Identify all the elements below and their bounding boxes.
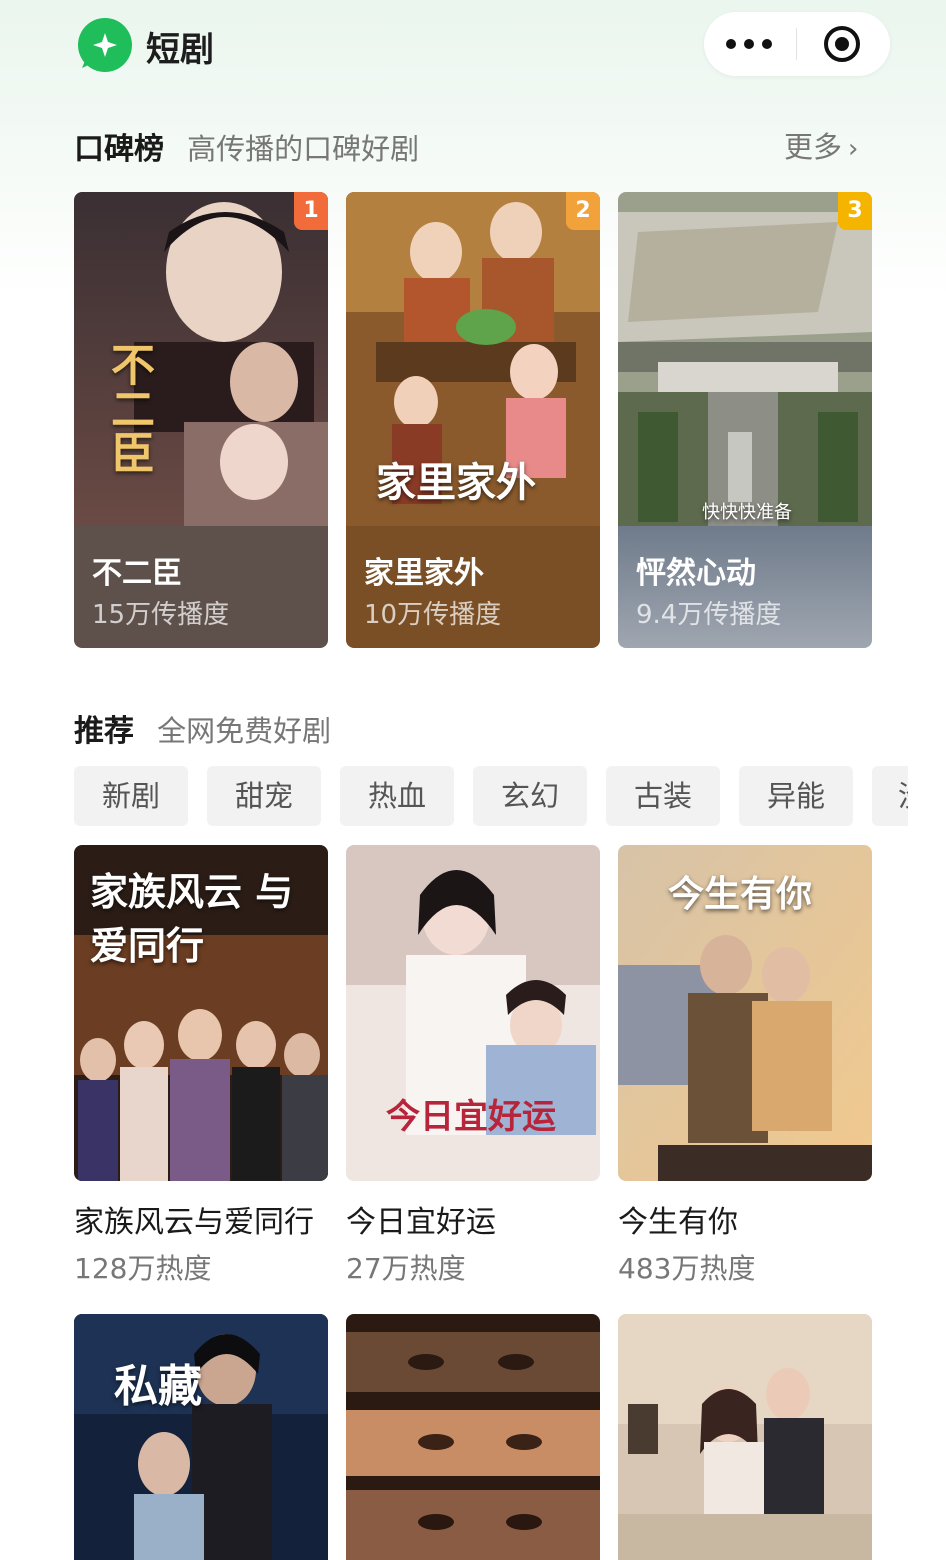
tag-new[interactable]: 新剧 [74, 766, 188, 826]
recommend-section-subtitle: 全网免费好剧 [157, 714, 332, 748]
tag-passion[interactable]: 热血 [340, 766, 454, 826]
heat-count: 483万热度 [618, 1252, 756, 1285]
poster-image: 今生有你 [618, 845, 872, 1181]
rank-info: 怦然心动 9.4万传播度 [618, 526, 872, 648]
poster-image: 不二臣 1 [74, 192, 328, 526]
drama-name: 家族风云与爱同行 [74, 1205, 314, 1240]
drama-name: 不二臣 [92, 556, 182, 591]
category-tabs: 新剧 甜宠 热血 玄幻 古装 异能 没 [74, 766, 908, 826]
spread-count: 15万传播度 [92, 600, 230, 630]
poster-title: 不二臣 [103, 342, 154, 474]
poster-image: 今日宜好运 [346, 845, 600, 1181]
rank-badge: 2 [566, 192, 600, 230]
app-title: 短剧 [146, 30, 214, 70]
app-logo-icon [78, 18, 132, 72]
spread-count: 10万传播度 [364, 600, 502, 630]
poster-image: 私藏 [74, 1314, 328, 1560]
more-label: 更多 [784, 130, 843, 164]
poster-title: 今生有你 [668, 873, 813, 915]
poster-title: 家族风云 与爱同行 [90, 869, 294, 968]
rank-info: 家里家外 10万传播度 [346, 526, 600, 648]
poster-title: 今日宜好运 [386, 1097, 556, 1137]
drama-name: 怦然心动 [636, 556, 756, 591]
rank-section-heading: 口碑榜 高传播的口碑好剧 [74, 124, 419, 168]
recommend-section-heading: 推荐 全网免费好剧 [74, 706, 331, 750]
drama-name: 今日宜好运 [346, 1205, 496, 1240]
rank-section-title: 口碑榜 [74, 132, 164, 167]
rank-info: 不二臣 15万传播度 [74, 526, 328, 648]
tag-partial[interactable]: 没 [872, 766, 908, 826]
top-bar: 短剧 [38, 0, 908, 90]
rank-card[interactable]: 快快快准备 3 怦然心动 9.4万传播度 [618, 192, 872, 648]
tag-superpower[interactable]: 异能 [739, 766, 853, 826]
rank-section-subtitle: 高传播的口碑好剧 [187, 132, 420, 166]
poster-image: 家里家外 2 [346, 192, 600, 526]
drama-name: 今生有你 [618, 1205, 738, 1240]
poster-image [346, 1314, 600, 1560]
more-dots-icon[interactable] [726, 28, 776, 60]
rank-badge: 1 [294, 192, 328, 230]
rank-badge: 3 [838, 192, 872, 230]
poster-title: 家里家外 [376, 459, 536, 506]
spread-count: 9.4万传播度 [636, 600, 782, 630]
poster-caption: 快快快准备 [702, 502, 792, 523]
poster-image [618, 1314, 872, 1560]
poster-image: 快快快准备 3 [618, 192, 872, 526]
heat-count: 128万热度 [74, 1252, 212, 1285]
close-target-icon[interactable] [822, 24, 862, 64]
more-link[interactable]: 更多 › [784, 124, 858, 166]
tag-sweet[interactable]: 甜宠 [207, 766, 321, 826]
tag-costume[interactable]: 古装 [606, 766, 720, 826]
poster-image: 家族风云 与爱同行 [74, 845, 328, 1181]
poster-title: 私藏 [114, 1361, 202, 1412]
drama-name: 家里家外 [364, 556, 484, 591]
heat-count: 27万热度 [346, 1252, 466, 1285]
chevron-right-icon: › [848, 134, 859, 164]
rank-card[interactable]: 家里家外 2 家里家外 10万传播度 [346, 192, 600, 648]
rank-card[interactable]: 不二臣 1 不二臣 15万传播度 [74, 192, 328, 648]
recommend-section-title: 推荐 [74, 714, 134, 749]
capsule-divider [796, 28, 797, 60]
mini-program-capsule [704, 12, 890, 76]
tag-fantasy[interactable]: 玄幻 [473, 766, 587, 826]
page: 短剧 口碑榜 高传播的口碑好剧 更多 › 不二臣 1 不二臣 15万传播度 家里… [38, 0, 908, 1560]
